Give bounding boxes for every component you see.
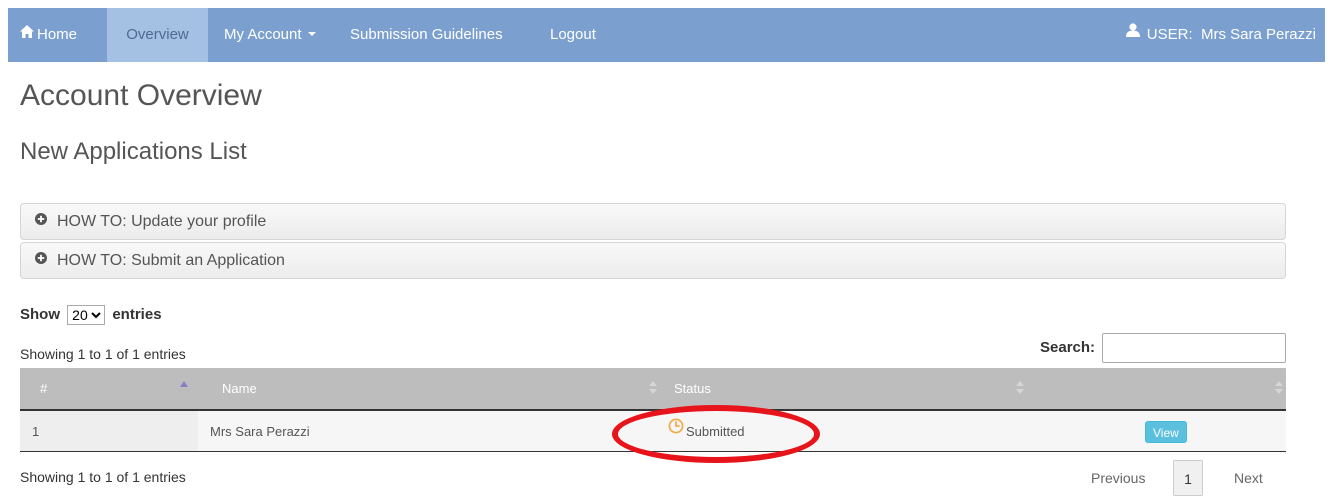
table-info-bottom: Showing 1 to 1 of 1 entries <box>20 469 186 485</box>
column-header-number-label: # <box>40 381 48 396</box>
cell-number: 1 <box>20 411 198 451</box>
table-header-row: # Name Status <box>20 368 1286 411</box>
column-header-action[interactable] <box>1027 368 1286 409</box>
section-title: New Applications List <box>20 138 247 165</box>
status-badge: Submitted <box>686 424 745 439</box>
page-title: Account Overview <box>20 79 262 112</box>
nav-home-link[interactable]: Home <box>8 8 91 62</box>
page-length-select[interactable]: 20 <box>67 305 106 325</box>
table-row: 1 Mrs Sara Perazzi Submitted View <box>20 411 1286 452</box>
caret-down-icon <box>307 32 316 37</box>
sort-ascending-icon <box>180 381 188 387</box>
entries-label: entries <box>112 305 162 323</box>
sort-both-icon <box>1275 381 1283 395</box>
nav-my-account-dropdown[interactable]: My Account <box>224 8 336 62</box>
sort-both-icon <box>649 381 657 395</box>
search-label: Search: <box>1040 339 1096 356</box>
howto-submit-application-label: HOW TO: Submit an Application <box>57 252 285 269</box>
pagination-previous[interactable]: Previous <box>1091 460 1145 496</box>
column-header-name-label: Name <box>222 381 257 396</box>
applications-table: # Name Status 1 Mrs Sara Perazzi Submitt… <box>20 368 1286 452</box>
plus-circle-icon <box>35 242 47 277</box>
search-input[interactable] <box>1102 333 1286 363</box>
nav-home-label: Home <box>37 26 78 43</box>
column-header-number[interactable]: # <box>20 368 198 409</box>
nav-user-info[interactable]: USER: Mrs Sara Perazzi <box>1125 6 1316 62</box>
column-header-status-label: Status <box>674 381 711 396</box>
user-name-label: USER: Mrs Sara Perazzi <box>1146 26 1316 43</box>
page-length-control: Show 20 entries <box>20 305 162 325</box>
sort-both-icon <box>1016 381 1024 395</box>
pagination-page-1[interactable]: 1 <box>1173 460 1203 496</box>
cell-status: Submitted <box>660 411 1027 451</box>
user-icon <box>1125 6 1140 60</box>
home-icon <box>20 7 34 61</box>
howto-submit-application-panel[interactable]: HOW TO: Submit an Application <box>20 242 1286 279</box>
column-header-status[interactable]: Status <box>660 368 1027 409</box>
pagination-next[interactable]: Next <box>1234 460 1263 496</box>
cell-name: Mrs Sara Perazzi <box>210 424 310 439</box>
table-info-top: Showing 1 to 1 of 1 entries <box>20 346 186 362</box>
cell-action: View <box>1027 411 1286 451</box>
nav-submission-guidelines-link[interactable]: Submission Guidelines <box>350 8 530 62</box>
plus-circle-icon <box>35 203 47 238</box>
howto-update-profile-label: HOW TO: Update your profile <box>57 213 267 230</box>
view-button[interactable]: View <box>1145 421 1187 443</box>
show-label: Show <box>20 305 60 323</box>
top-navbar: Home Overview My Account Submission Guid… <box>8 8 1325 62</box>
nav-my-account-label: My Account <box>224 26 302 43</box>
nav-overview-link[interactable]: Overview <box>107 8 208 62</box>
clock-icon <box>668 409 684 451</box>
nav-logout-link[interactable]: Logout <box>550 8 610 62</box>
howto-update-profile-panel[interactable]: HOW TO: Update your profile <box>20 203 1286 240</box>
column-header-name[interactable]: Name <box>198 368 660 409</box>
